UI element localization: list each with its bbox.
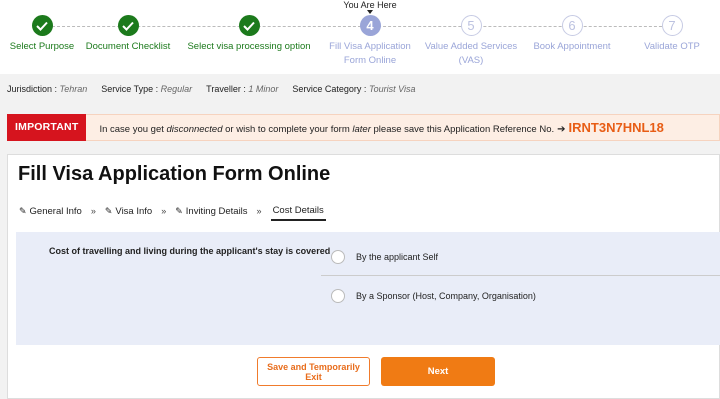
step-number: 6 [561,15,583,36]
option-label: By a Sponsor (Host, Company, Organisatio… [356,291,536,301]
step-2: Document Checklist [73,15,183,54]
option-label: By the applicant Self [356,251,439,262]
you-are-here-label: You Are Here [343,0,397,10]
message-emphasis: disconnected [166,124,223,135]
jurisdiction-value: Tehran [59,84,88,94]
important-message: In case you get disconnected or wish to … [99,120,663,135]
service-type-value: Regular [160,84,193,94]
radio-button[interactable] [331,249,345,264]
check-icon [31,15,53,36]
service-category-info: Service Category : Tourist Visa [292,84,415,94]
pencil-icon: ✎ [19,205,27,216]
step-label: Value Added Services (VAS) [424,41,518,66]
check-icon [238,15,260,36]
message-text: In case you get [99,124,167,135]
step-6: 6 Book Appointment [517,15,627,54]
save-and-exit-button[interactable]: Save and Temporarily Exit [257,357,370,386]
check-icon [117,15,139,36]
radio-button[interactable] [331,289,345,303]
step-3: Select visa processing option [184,15,314,54]
service-category-value: Tourist Visa [368,84,416,94]
step-number: 4 [359,15,381,36]
cost-coverage-question: Cost of travelling and living during the… [49,246,331,256]
form-card: Fill Visa Application Form Online ✎ Gene… [7,154,720,399]
step-label: Document Checklist [85,41,171,52]
step-label: Book Appointment [533,41,611,52]
traveller-label: Traveller : [206,84,246,94]
service-category-label: Service Category : [292,84,367,94]
progress-stepper: You Are Here Select Purpose Document Che… [0,0,720,74]
next-button[interactable]: Next [381,357,495,386]
arrow-right-icon: ➔ [557,124,566,135]
tab-label: Cost Details [272,204,324,216]
pencil-icon: ✎ [175,205,183,216]
pencil-icon: ✎ [104,205,113,216]
application-info-bar: Jurisdiction : Tehran Service Type : Reg… [0,80,720,98]
tab-label: General Info [29,205,82,217]
tab-general-info[interactable]: ✎ General Info » [19,197,96,221]
step-number: 5 [460,15,482,36]
step-4: 4 Fill Visa Application Form Online [325,15,415,68]
traveller-value: 1 Minor [248,84,279,94]
cost-question-panel: Cost of travelling and living during the… [16,232,720,345]
tab-visa-info[interactable]: ✎ Visa Info » [105,197,166,221]
important-notice-banner: IMPORTANT In case you get disconnected o… [7,113,720,141]
jurisdiction-info: Jurisdiction : Tehran [7,84,87,94]
option-applicant-self[interactable]: By the applicant Self [321,238,720,276]
message-emphasis: later [352,124,371,135]
tab-label: Inviting Details [185,205,248,217]
double-chevron-right-icon: » [256,206,262,216]
application-reference-number: IRNT3N7HNL18 [568,120,664,135]
service-type-info: Service Type : Regular [101,84,192,94]
tab-inviting-details[interactable]: ✎ Inviting Details » [175,197,261,221]
tab-label: Visa Info [115,205,153,217]
page-title: Fill Visa Application Form Online [18,163,331,185]
step-number: 7 [661,15,683,36]
step-label: Select visa processing option [187,41,311,52]
step-7: 7 Validate OTP [632,15,712,54]
step-5: 5 Value Added Services (VAS) [421,15,521,68]
form-tabs: ✎ General Info » ✎ Visa Info » ✎ Invitin… [19,197,335,221]
service-type-label: Service Type : [101,84,159,94]
double-chevron-right-icon: » [161,206,167,216]
option-sponsor[interactable]: By a Sponsor (Host, Company, Organisatio… [321,277,720,315]
double-chevron-right-icon: » [90,206,96,216]
message-text: please save this Application Reference N… [370,124,555,135]
traveller-info: Traveller : 1 Minor [206,84,278,94]
jurisdiction-label: Jurisdiction : [7,84,58,94]
tab-cost-details[interactable]: Cost Details [270,197,326,221]
message-text: or wish to complete your form [222,124,353,135]
step-label: Validate OTP [644,41,700,52]
you-are-here-arrow-icon [367,10,373,14]
important-tag: IMPORTANT [7,113,87,141]
step-label: Fill Visa Application Form Online [329,41,411,66]
